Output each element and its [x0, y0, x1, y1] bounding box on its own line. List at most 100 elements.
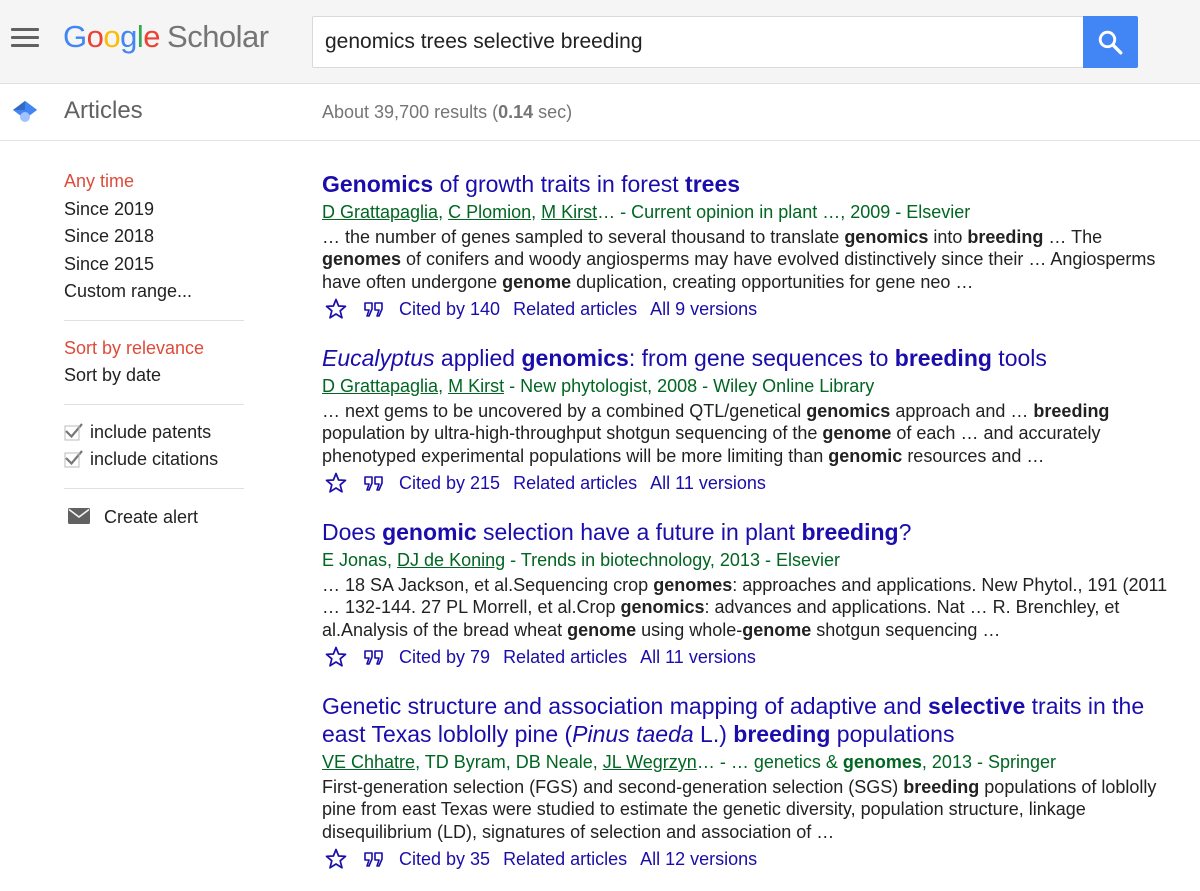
divider [64, 487, 244, 489]
author-link[interactable]: JL Wegrzyn [603, 752, 697, 772]
text-run: selection have a future in plant [476, 519, 802, 545]
text-run: shotgun sequencing … [811, 619, 1001, 640]
highlight-term: genomic [828, 445, 903, 466]
filter-since-2018[interactable]: Since 2018 [64, 223, 244, 251]
sort-by-date[interactable]: Sort by date [64, 362, 244, 390]
text-run: , TD Byram, DB Neale, [415, 752, 603, 772]
cite-quote-icon[interactable] [362, 847, 386, 871]
result-actions: Cited by 215 Related articles All 11 versi… [322, 469, 1182, 496]
related-articles-link[interactable]: Related articles [513, 296, 637, 322]
section-title: Articles [64, 97, 143, 124]
result-authors-source: D Grattapaglia, M Kirst - New phytologis… [322, 375, 1182, 397]
all-versions-link[interactable]: All 12 versions [640, 846, 757, 872]
italic-term: Pinus taeda [572, 721, 694, 747]
hamburger-menu-icon[interactable] [11, 28, 39, 50]
text-run: , 2013 - Springer [921, 752, 1056, 772]
filter-any-time[interactable]: Any time [64, 168, 244, 196]
cite-quote-icon[interactable] [362, 471, 386, 495]
save-star-icon[interactable] [324, 471, 348, 495]
result-snippet: … next gems to be uncovered by a combine… [322, 400, 1182, 467]
include-patents-checkbox[interactable]: include patents [64, 419, 244, 447]
text-run: ? [898, 519, 912, 545]
create-alert-button[interactable]: Create alert [64, 503, 244, 531]
checkmark-icon [64, 450, 83, 468]
text-run: : from gene sequences to [628, 345, 895, 371]
cite-quote-icon[interactable] [362, 297, 386, 321]
highlight-term: genomes [322, 249, 402, 270]
search-icon [1098, 30, 1123, 55]
highlight-term: genomes [653, 575, 733, 595]
search-result: Genetic structure and association mappin… [322, 692, 1182, 872]
result-title-link[interactable]: Eucalyptus applied genomics: from gene s… [322, 344, 1182, 372]
text-run: - New phytologist, 2008 - Wiley Online L… [504, 376, 875, 396]
top-bar: Google Scholar genomics trees selective b… [0, 0, 1200, 84]
result-snippet: … 18 SA Jackson, et al.Sequencing crop g… [322, 574, 1182, 641]
all-versions-link[interactable]: All 11 versions [650, 470, 766, 496]
checkmark-icon [64, 422, 83, 440]
text-run: approach and … [890, 401, 1034, 421]
highlight-term: breeding [733, 721, 831, 747]
result-authors-source: D Grattapaglia, C Plomion, M Kirst… - Cu… [322, 201, 1182, 223]
related-articles-link[interactable]: Related articles [503, 644, 627, 670]
author-link[interactable]: VE Chhatre [322, 752, 415, 772]
search-result: Eucalyptus applied genomics: from gene s… [322, 344, 1182, 496]
save-star-icon[interactable] [324, 847, 348, 871]
highlight-term: genomes [842, 752, 922, 772]
cited-by-link[interactable]: Cited by 215 [399, 470, 500, 496]
highlight-term: Genomics [322, 171, 434, 197]
text-run: Genetic structure and association mappin… [322, 693, 929, 719]
filter-since-2019[interactable]: Since 2019 [64, 196, 244, 224]
text-run: , [438, 376, 449, 396]
cited-by-link[interactable]: Cited by 140 [399, 296, 500, 322]
text-run: , [531, 202, 542, 222]
include-citations-checkbox[interactable]: include citations [64, 446, 244, 474]
text-run: … next gems to be uncovered by a combine… [322, 401, 807, 421]
results-count: About 39,700 results (0.14 sec) [322, 102, 573, 122]
highlight-term: genome [822, 423, 892, 444]
divider [0, 140, 1200, 141]
highlight-term: breeding [894, 345, 992, 371]
author-link[interactable]: D Grattapaglia [322, 202, 438, 222]
filter-since-2015[interactable]: Since 2015 [64, 251, 244, 279]
related-articles-link[interactable]: Related articles [513, 470, 637, 496]
cite-quote-icon[interactable] [362, 645, 386, 669]
result-authors-source: VE Chhatre, TD Byram, DB Neale, JL Wegrz… [322, 751, 1182, 773]
result-title-link[interactable]: Genomics of growth traits in forest tree… [322, 170, 1182, 198]
related-articles-link[interactable]: Related articles [503, 846, 627, 872]
divider [64, 403, 244, 405]
cited-by-link[interactable]: Cited by 79 [399, 644, 490, 670]
save-star-icon[interactable] [324, 645, 348, 669]
result-actions: Cited by 35 Related articles All 12 versio… [322, 845, 1182, 872]
envelope-icon [68, 507, 90, 524]
sort-by-relevance[interactable]: Sort by relevance [64, 335, 244, 363]
all-versions-link[interactable]: All 11 versions [640, 644, 756, 670]
text-run: tools [991, 345, 1047, 371]
highlight-term: genome [742, 619, 812, 640]
text-run: Does [322, 519, 383, 545]
cited-by-link[interactable]: Cited by 35 [399, 846, 490, 872]
save-star-icon[interactable] [324, 297, 348, 321]
author-link[interactable]: D Grattapaglia [322, 376, 438, 396]
text-run: … - Current opinion in plant …, 2009 - E… [597, 202, 971, 222]
author-link[interactable]: M Kirst [541, 202, 597, 222]
highlight-term: genomics [844, 227, 929, 247]
filter-custom-range[interactable]: Custom range... [64, 278, 244, 306]
text-run: using whole- [636, 619, 743, 640]
text-run: L.) [693, 721, 734, 747]
text-run: applied [434, 345, 522, 371]
search-result: Does genomic selection have a future in … [322, 518, 1182, 670]
result-title-link[interactable]: Does genomic selection have a future in … [322, 518, 1182, 546]
search-input[interactable]: genomics trees selective breeding [312, 16, 1084, 68]
author-link[interactable]: M Kirst [448, 376, 504, 396]
result-snippet: First-generation selection (FGS) and sec… [322, 776, 1182, 843]
all-versions-link[interactable]: All 9 versions [650, 296, 757, 322]
text-run: … the number of genes sampled to several… [322, 227, 845, 247]
author-link[interactable]: DJ de Koning [397, 550, 505, 570]
highlight-term: breeding [967, 227, 1044, 247]
google-scholar-logo[interactable]: Google Scholar [63, 19, 269, 55]
author-link[interactable]: C Plomion [448, 202, 531, 222]
search-button[interactable] [1083, 16, 1138, 68]
text-run: First-generation selection (FGS) and sec… [322, 777, 904, 797]
text-run: - Trends in biotechnology, 2013 - Elsevi… [505, 550, 840, 570]
result-title-link[interactable]: Genetic structure and association mappin… [322, 692, 1182, 748]
